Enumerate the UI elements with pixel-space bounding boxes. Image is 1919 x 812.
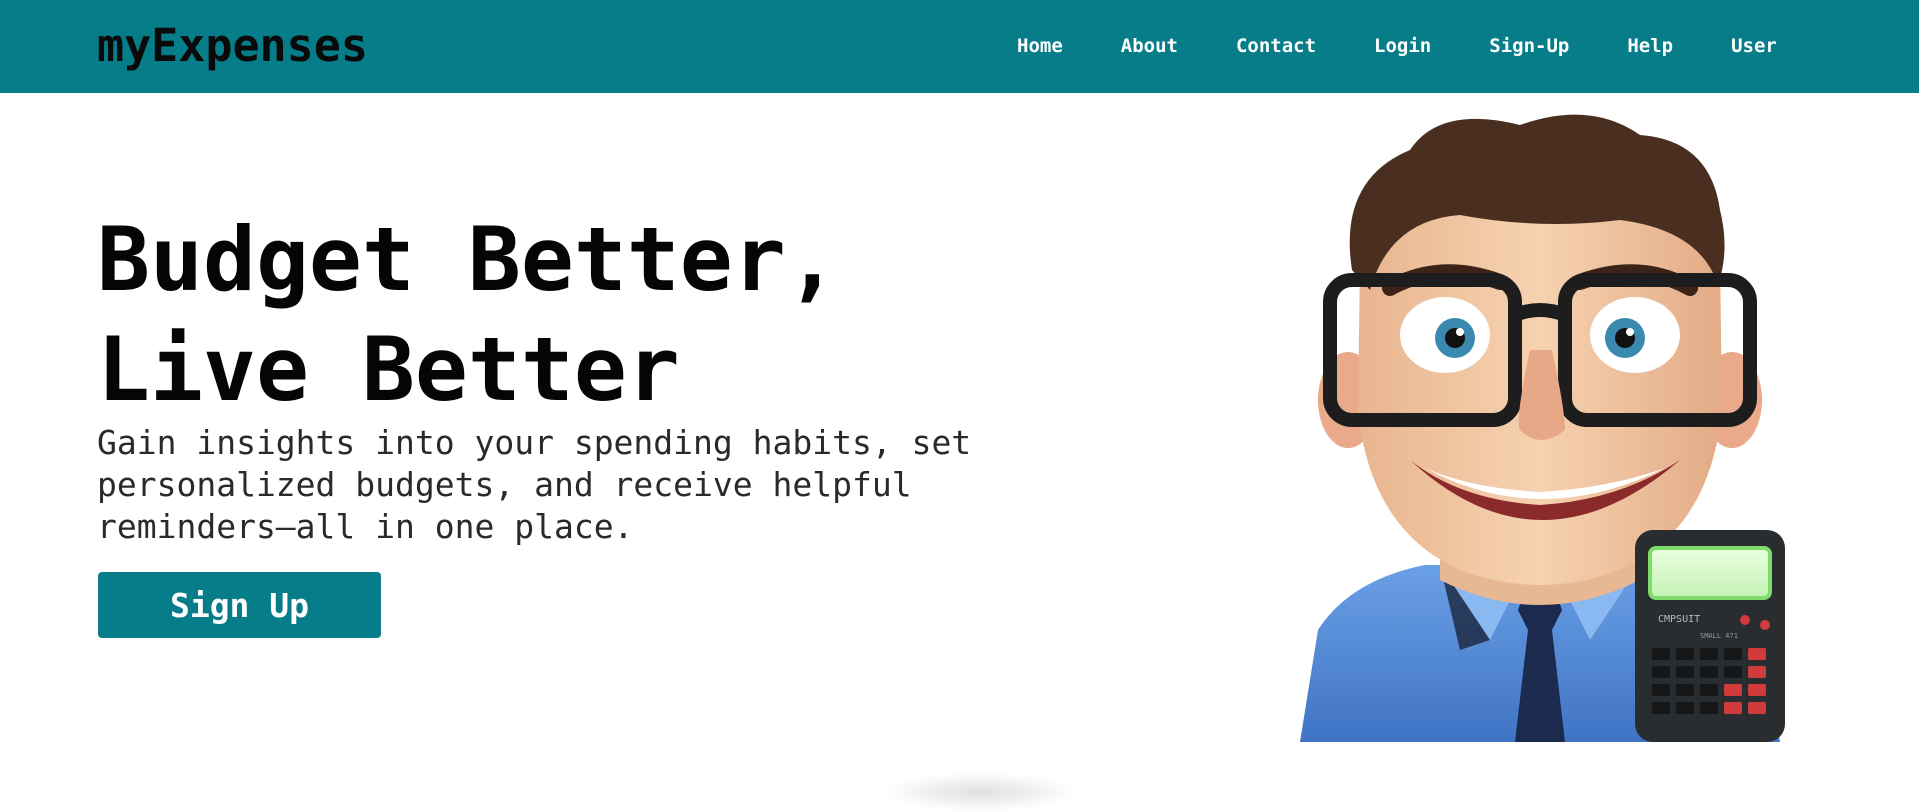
nav-menu: Home About Contact Login Sign-Up Help Us…	[1017, 33, 1777, 59]
nav-item-login: Login	[1374, 33, 1489, 59]
nav-item-help: Help	[1627, 33, 1731, 59]
nav-item-home: Home	[1017, 33, 1121, 59]
left-eye-glint	[1456, 328, 1464, 336]
hero-title-line-1: Budget Better,	[97, 208, 839, 311]
nav-link-help[interactable]: Help	[1627, 33, 1673, 59]
calculator-icon: CMPSUIT SMALL 471	[1635, 530, 1785, 742]
nav-item-signup: Sign-Up	[1489, 33, 1627, 59]
brand-logo[interactable]: myExpenses	[97, 22, 368, 70]
nav-link-about[interactable]: About	[1121, 33, 1178, 59]
nav-link-home[interactable]: Home	[1017, 33, 1063, 59]
calculator-model-text: SMALL 471	[1700, 632, 1738, 640]
nav-link-contact[interactable]: Contact	[1236, 33, 1316, 59]
nav-item-contact: Contact	[1236, 33, 1374, 59]
hero-subtitle: Gain insights into your spending habits,…	[97, 423, 972, 546]
sign-up-button[interactable]: Sign Up	[98, 572, 381, 638]
hero-title: Budget Better, Live Better	[97, 205, 839, 425]
hero-title-line-2: Live Better	[97, 318, 680, 421]
top-navbar: myExpenses Home About Contact Login Sign…	[0, 0, 1919, 93]
nav-link-login[interactable]: Login	[1374, 33, 1431, 59]
right-eye-glint	[1626, 328, 1634, 336]
nav-link-user[interactable]: User	[1731, 33, 1777, 59]
bottom-shadow-decoration	[880, 772, 1080, 812]
nav-item-about: About	[1121, 33, 1236, 59]
nav-item-user: User	[1731, 33, 1777, 59]
calculator-brand-text: CMPSUIT	[1658, 614, 1700, 625]
cartoon-accountant-illustration: CMPSUIT SMALL 471	[1300, 114, 1785, 742]
nav-link-signup[interactable]: Sign-Up	[1489, 33, 1569, 59]
